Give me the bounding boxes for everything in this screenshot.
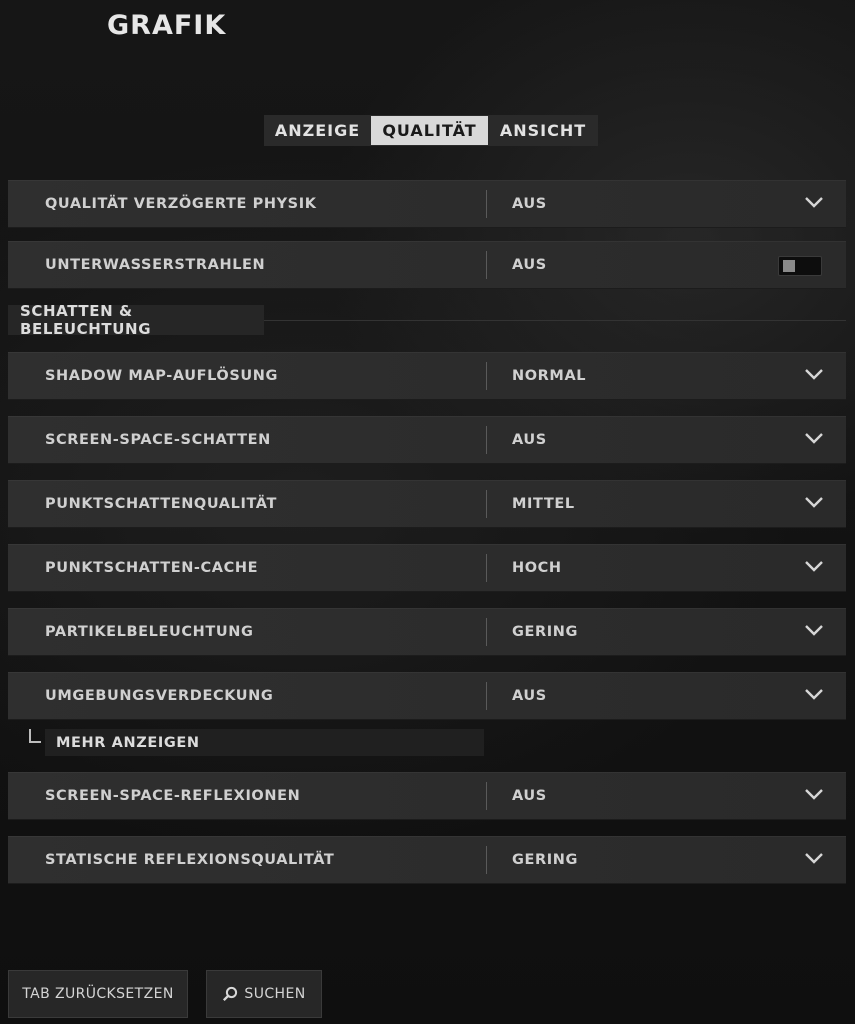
chevron-down-icon[interactable] [804,195,824,209]
setting-label: SCREEN-SPACE-REFLEXIONEN [45,788,301,804]
tab-anzeige[interactable]: ANZEIGE [264,115,371,146]
setting-label: QUALITÄT VERZÖGERTE PHYSIK [45,196,317,212]
setting-value: AUS [512,688,547,704]
chevron-down-icon[interactable] [804,495,824,509]
setting-value: AUS [512,788,547,804]
divider [486,190,487,218]
chevron-down-icon[interactable] [804,431,824,445]
tab-ansicht[interactable]: ANSICHT [488,115,598,146]
setting-row-screen-space-reflexionen[interactable]: SCREEN-SPACE-REFLEXIONEN AUS [8,772,846,820]
setting-label: PUNKTSCHATTENQUALITÄT [45,496,277,512]
tab-bar: ANZEIGE QUALITÄT ANSICHT [264,115,598,146]
setting-row-screen-space-schatten[interactable]: SCREEN-SPACE-SCHATTEN AUS [8,416,846,464]
setting-row-punktschatten-cache[interactable]: PUNKTSCHATTEN-CACHE HOCH [8,544,846,592]
chevron-down-icon[interactable] [804,787,824,801]
section-header-schatten: SCHATTEN & BELEUCHTUNG [8,302,264,338]
setting-label: SCREEN-SPACE-SCHATTEN [45,432,271,448]
divider [486,618,487,646]
setting-row-partikelbeleuchtung[interactable]: PARTIKELBELEUCHTUNG GERING [8,608,846,656]
divider [486,782,487,810]
reset-tab-label: TAB ZURÜCKSETZEN [22,986,174,1002]
setting-label: STATISCHE REFLEXIONSQUALITÄT [45,852,335,868]
setting-label: PARTIKELBELEUCHTUNG [45,624,254,640]
chevron-down-icon[interactable] [804,687,824,701]
setting-label: PUNKTSCHATTEN-CACHE [45,560,259,576]
setting-value: MITTEL [512,496,575,512]
divider [486,554,487,582]
chevron-down-icon[interactable] [804,623,824,637]
section-divider [264,320,846,321]
chevron-down-icon[interactable] [804,367,824,381]
setting-label: UMGEBUNGSVERDECKUNG [45,688,274,704]
tree-branch-icon [29,729,41,743]
setting-row-verzoegerte-physik[interactable]: QUALITÄT VERZÖGERTE PHYSIK AUS [8,180,846,228]
toggle-switch[interactable] [778,256,822,276]
chevron-down-icon[interactable] [804,559,824,573]
setting-value: NORMAL [512,368,587,384]
setting-row-punktschattenqualitaet[interactable]: PUNKTSCHATTENQUALITÄT MITTEL [8,480,846,528]
divider [486,846,487,874]
setting-label: UNTERWASSERSTRAHLEN [45,257,266,273]
setting-value: GERING [512,852,579,868]
setting-value: GERING [512,624,579,640]
search-icon [223,986,238,1002]
setting-value: AUS [512,257,547,273]
setting-value: HOCH [512,560,562,576]
divider [486,251,487,279]
reset-tab-button[interactable]: TAB ZURÜCKSETZEN [8,970,188,1018]
divider [486,362,487,390]
tab-qualitaet[interactable]: QUALITÄT [371,116,488,145]
setting-value: AUS [512,432,547,448]
setting-row-shadow-map[interactable]: SHADOW MAP-AUFLÖSUNG NORMAL [8,352,846,400]
setting-row-umgebungsverdeckung[interactable]: UMGEBUNGSVERDECKUNG AUS [8,672,846,720]
divider [486,426,487,454]
toggle-knob [783,260,795,272]
setting-label: SHADOW MAP-AUFLÖSUNG [45,368,279,384]
setting-value: AUS [512,196,547,212]
setting-row-statische-reflexionsqualitaet[interactable]: STATISCHE REFLEXIONSQUALITÄT GERING [8,836,846,884]
search-label: SUCHEN [244,986,306,1002]
divider [486,682,487,710]
search-button[interactable]: SUCHEN [206,970,322,1018]
chevron-down-icon[interactable] [804,851,824,865]
page-title: GRAFIK [107,10,227,41]
setting-row-unterwasserstrahlen[interactable]: UNTERWASSERSTRAHLEN AUS [8,241,846,289]
divider [486,490,487,518]
show-more-button[interactable]: MEHR ANZEIGEN [45,729,484,756]
